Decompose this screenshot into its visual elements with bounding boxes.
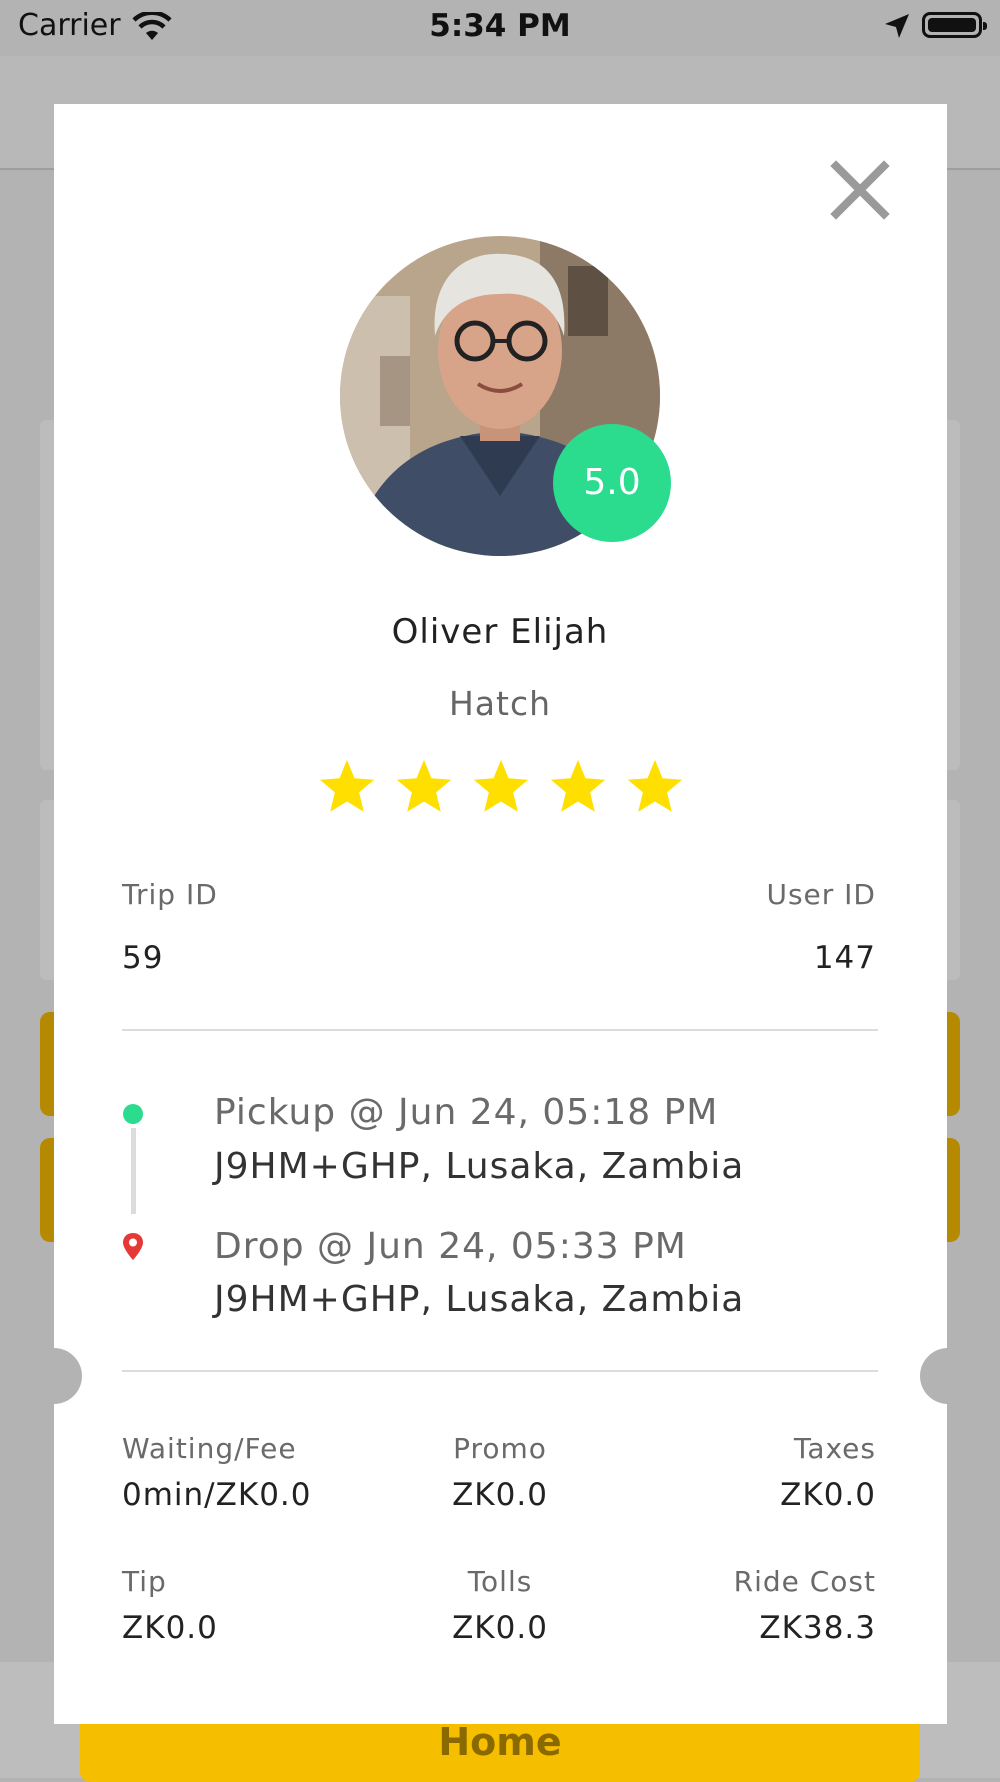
user-id-label: User ID [766, 878, 876, 911]
battery-icon [922, 12, 987, 38]
drop-address: J9HM+GHP, Lusaka, Zambia [214, 1279, 745, 1320]
close-icon [830, 160, 890, 220]
drop-title: Drop @ Jun 24, 05:33 PM [214, 1226, 687, 1267]
user-id-value: 147 [813, 940, 876, 976]
route-connector [131, 1128, 136, 1214]
waiting-fee-value: 0min/ZK0.0 [122, 1477, 312, 1513]
ticket-notch-left [26, 1348, 82, 1404]
trip-id-label: Trip ID [122, 878, 218, 911]
star-icon [550, 759, 606, 812]
ride-cost-label: Ride Cost [733, 1565, 876, 1598]
star-icon [627, 759, 683, 812]
close-button[interactable] [830, 160, 890, 220]
trip-id-value: 59 [122, 940, 164, 976]
waiting-fee-label: Waiting/Fee [122, 1432, 297, 1465]
ticket-notch-right [920, 1348, 976, 1404]
tolls-label: Tolls [467, 1565, 533, 1598]
drop-pin-icon [121, 1232, 145, 1266]
vehicle-type: Hatch [448, 684, 552, 723]
tip-label: Tip [122, 1565, 167, 1598]
clock-time: 5:34 PM [429, 8, 571, 44]
tolls-value: ZK0.0 [452, 1610, 548, 1646]
divider [122, 1370, 878, 1372]
promo-value: ZK0.0 [452, 1477, 548, 1513]
star-rating [316, 756, 686, 820]
divider [122, 1029, 878, 1031]
ride-cost-value: ZK38.3 [759, 1610, 876, 1646]
driver-name: Oliver Elijah [391, 612, 609, 652]
rating-badge: 5.0 [553, 424, 671, 542]
promo-label: Promo [453, 1432, 547, 1465]
taxes-label: Taxes [793, 1432, 876, 1465]
taxes-value: ZK0.0 [780, 1477, 876, 1513]
status-bar: Carrier 5:34 PM [0, 0, 1000, 56]
driver-avatar-container: 5.0 [340, 236, 671, 556]
tip-value: ZK0.0 [122, 1610, 218, 1646]
location-arrow-icon [883, 12, 911, 44]
pickup-address: J9HM+GHP, Lusaka, Zambia [214, 1146, 745, 1187]
star-icon [319, 759, 375, 812]
star-icon [396, 759, 452, 812]
star-icon [473, 759, 529, 812]
pickup-title: Pickup @ Jun 24, 05:18 PM [214, 1092, 719, 1133]
pickup-dot-icon [123, 1104, 143, 1124]
